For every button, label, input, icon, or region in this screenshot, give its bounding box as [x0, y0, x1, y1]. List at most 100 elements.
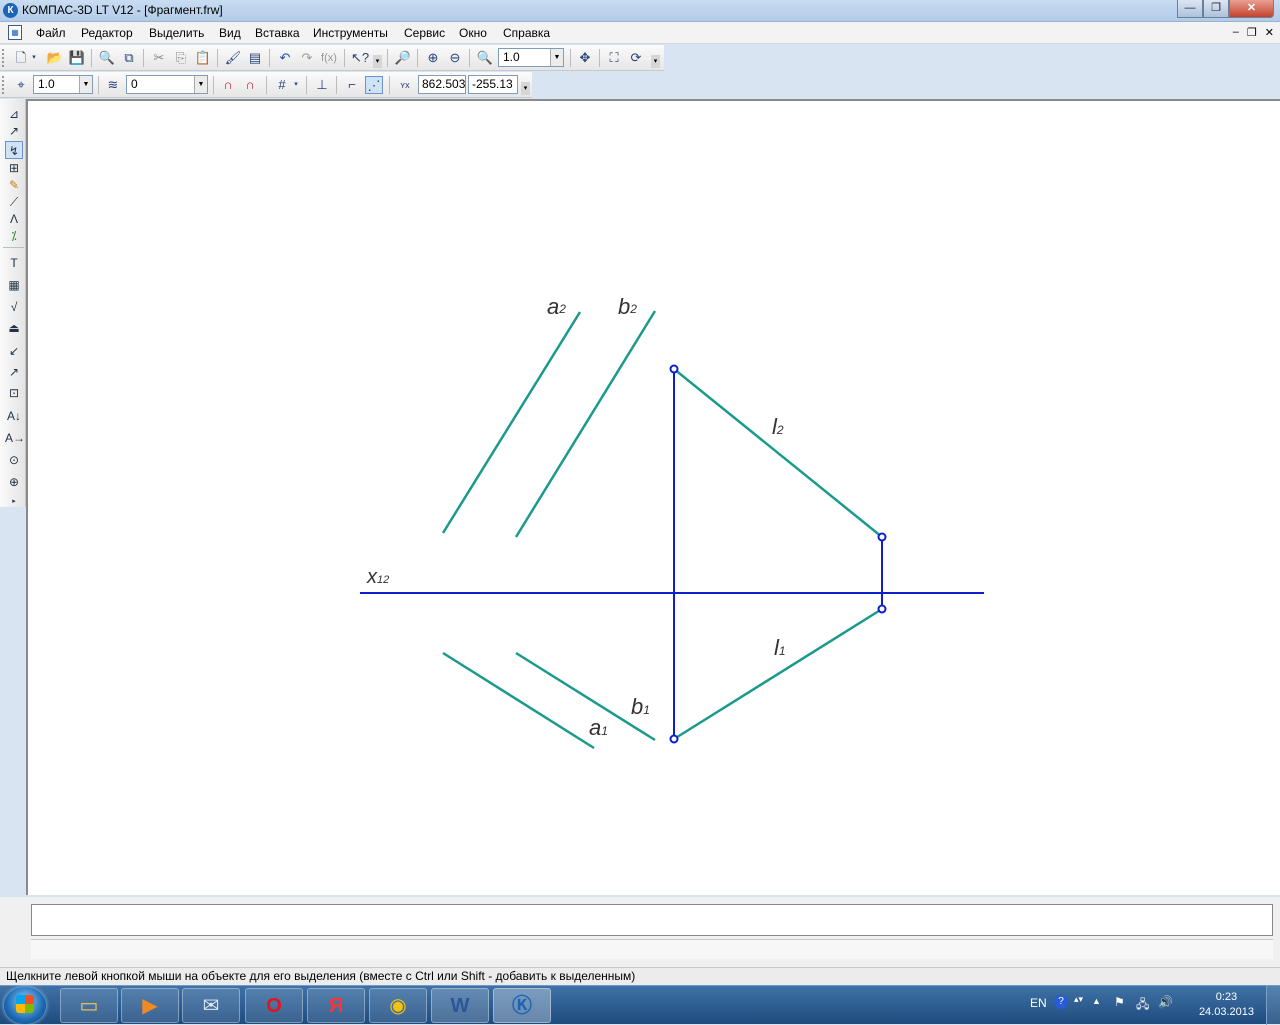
chevron-down-icon[interactable]: ▼ — [194, 76, 207, 93]
variables-icon[interactable]: f(x) — [320, 49, 338, 67]
toolbar-grip-2[interactable] — [2, 76, 5, 94]
doc-restore-icon[interactable]: ❐ — [1247, 26, 1257, 39]
network-icon[interactable]: 🖧 — [1136, 995, 1149, 1016]
maximize-button[interactable]: ❐ — [1203, 0, 1229, 18]
menu-view[interactable]: Вид — [219, 26, 241, 40]
point-right-bottom[interactable] — [877, 604, 887, 614]
coord-y-field[interactable]: -255.13 — [468, 75, 518, 94]
open-icon[interactable]: 📂 — [46, 49, 64, 67]
help-tray-icon[interactable]: ? — [1054, 995, 1068, 1009]
chevron-down-icon[interactable]: ▼ — [79, 76, 92, 93]
undo-icon[interactable]: ↶ — [276, 49, 294, 67]
editing-icon[interactable]: ✎ — [5, 176, 23, 194]
snap-magnet-icon[interactable]: ∩ — [219, 76, 237, 94]
roughness-icon[interactable]: √ — [5, 298, 23, 316]
menu-service[interactable]: Сервис — [404, 26, 445, 40]
toolbar-more-icon-3[interactable]: ▾ — [521, 82, 530, 95]
pan-icon[interactable]: ✥ — [576, 49, 594, 67]
toolbar-more-icon[interactable]: ▾ — [373, 55, 382, 68]
menu-window[interactable]: Окно — [459, 26, 487, 40]
dimensions-icon[interactable]: ↗ — [5, 122, 23, 140]
clock[interactable]: 0:23 24.03.2013 — [1199, 990, 1254, 1020]
show-desktop-button[interactable] — [1266, 986, 1280, 1025]
print-preview-icon[interactable]: 🔍 — [98, 49, 116, 67]
volume-icon[interactable]: 🔊 — [1158, 995, 1173, 1009]
language-options-icon[interactable]: ▴▾ — [1074, 994, 1083, 1005]
cursor-step-icon[interactable]: ⌖ — [12, 76, 30, 94]
media-player-icon[interactable]: ▶ — [121, 988, 179, 1023]
zoom-window-icon[interactable]: 🔎 — [394, 49, 412, 67]
kompas-icon[interactable]: Ⓚ — [493, 988, 551, 1023]
show-all-icon[interactable]: ⛶ — [605, 49, 623, 67]
yandex-icon[interactable]: Я — [307, 988, 365, 1023]
mail-icon[interactable]: ✉ — [182, 988, 240, 1023]
kompas-app-icon[interactable]: К — [3, 3, 18, 18]
drawing-canvas[interactable]: a2 b2 l2 x12 l1 b1 a1 — [26, 99, 1280, 895]
paste-icon[interactable]: 📋 — [194, 49, 212, 67]
format-painter-icon[interactable]: 🖌 — [224, 49, 242, 67]
line-l1[interactable] — [673, 607, 883, 741]
save-icon[interactable]: 💾 — [68, 49, 86, 67]
view-arrow-icon[interactable]: A↓ — [5, 407, 23, 425]
show-hidden-icons-icon[interactable]: ▲ — [1092, 996, 1101, 1006]
geometry-icon[interactable]: ⊿ — [5, 105, 23, 123]
parametric-mode-icon[interactable]: ⋰ — [365, 76, 383, 94]
redo-icon[interactable]: ↷ — [298, 49, 316, 67]
grid-icon[interactable]: # — [273, 76, 291, 94]
minimize-button[interactable]: — — [1177, 0, 1203, 18]
menu-insert[interactable]: Вставка — [255, 26, 300, 40]
base-icon[interactable]: ⏏ — [5, 319, 23, 337]
grid-dropdown-icon[interactable]: ▾ — [292, 76, 300, 94]
expand-icon[interactable]: ▸ — [5, 493, 23, 511]
cut-line-icon[interactable]: A→ — [5, 429, 25, 447]
specification-icon[interactable]: ⁒ — [5, 227, 23, 245]
measure-icon[interactable]: ⟋ — [5, 193, 23, 211]
doc-minimize-icon[interactable]: – — [1233, 26, 1239, 39]
start-button[interactable] — [4, 987, 46, 1024]
local-snap-icon[interactable]: ∩ — [241, 76, 259, 94]
copy-properties-icon[interactable]: ⧉ — [120, 49, 138, 67]
opera-icon[interactable]: O — [245, 988, 303, 1023]
word-icon[interactable]: W — [431, 988, 489, 1023]
zoom-in-icon[interactable]: ⊕ — [424, 49, 442, 67]
cut-icon[interactable]: ✂ — [150, 49, 168, 67]
point-top[interactable] — [669, 364, 679, 374]
zoom-out-icon[interactable]: ⊖ — [446, 49, 464, 67]
document-icon[interactable]: ▦ — [8, 25, 22, 40]
position-leader-icon[interactable]: ↗ — [5, 363, 23, 381]
step-combo[interactable]: 1.0 ▼ — [33, 75, 93, 94]
coord-x-field[interactable]: 862.503 — [418, 75, 466, 94]
line-a2[interactable] — [441, 311, 582, 534]
axis-icon[interactable]: ⊙ — [5, 451, 23, 469]
action-center-icon[interactable]: ⚑ — [1114, 995, 1125, 1009]
center-mark-icon[interactable]: ⊕ — [5, 473, 23, 491]
toolbar-more-icon-2[interactable]: ▾ — [651, 55, 660, 68]
zoom-combo[interactable]: 1.0 ▼ — [498, 48, 564, 67]
line-b2[interactable] — [514, 310, 657, 538]
chrome-icon[interactable]: ◉ — [369, 988, 427, 1023]
designations-icon[interactable]: ⊞ — [5, 159, 23, 177]
ortho-mode-icon[interactable]: ⌐ — [343, 76, 361, 94]
zoom-scale-icon[interactable]: 🔍 — [476, 49, 494, 67]
line-a1[interactable] — [442, 651, 595, 750]
new-document-icon[interactable]: 🗋 — [12, 49, 30, 67]
chevron-down-icon[interactable]: ▼ — [550, 49, 563, 66]
menu-tools[interactable]: Инструменты — [313, 26, 388, 40]
menu-editor[interactable]: Редактор — [81, 26, 133, 40]
menu-file[interactable]: Файл — [36, 26, 66, 40]
toolbar-grip[interactable] — [2, 49, 5, 67]
menu-select[interactable]: Выделить — [149, 26, 204, 40]
leader-icon[interactable]: ↙ — [5, 342, 23, 360]
explorer-icon[interactable]: ▭ — [60, 988, 118, 1023]
drawing-svg[interactable]: a2 b2 l2 x12 l1 b1 a1 — [28, 101, 1280, 895]
text-icon[interactable]: T — [5, 254, 23, 272]
layer-combo[interactable]: 0 ▼ — [126, 75, 208, 94]
local-cs-icon[interactable]: ⊥ — [313, 76, 331, 94]
table-icon[interactable]: ▦ — [5, 276, 23, 294]
point-bottom[interactable] — [669, 734, 679, 744]
parametrization-icon[interactable]: ↯ — [5, 141, 23, 159]
tolerance-icon[interactable]: ⊡ — [5, 384, 23, 402]
select-icon[interactable]: Λ — [5, 210, 23, 228]
line-l2[interactable] — [673, 368, 883, 538]
refresh-icon[interactable]: ⟳ — [627, 49, 645, 67]
